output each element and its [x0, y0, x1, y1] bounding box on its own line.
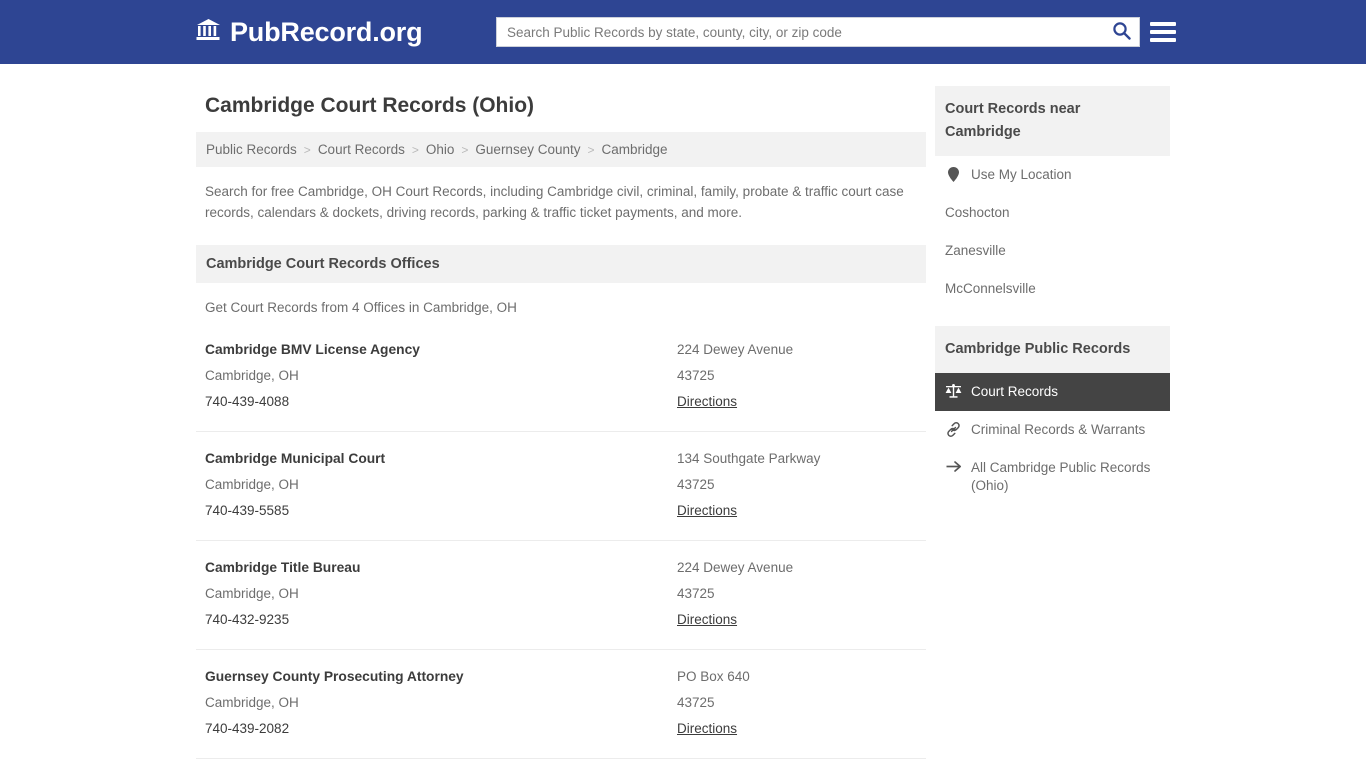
- office-city: Cambridge, OH: [205, 368, 299, 383]
- main-content: Cambridge Court Records (Ohio) Public Re…: [196, 64, 926, 768]
- breadcrumb-separator: >: [303, 142, 311, 157]
- hamburger-menu-icon: [1150, 22, 1176, 26]
- page-title: Cambridge Court Records (Ohio): [205, 94, 535, 117]
- office-left-column: Guernsey County Prosecuting Attorney Cam…: [205, 664, 677, 742]
- brand-name: PubRecord.org: [230, 16, 423, 47]
- office-phone[interactable]: 740-439-5585: [205, 498, 677, 524]
- office-phone[interactable]: 740-439-2082: [205, 716, 677, 742]
- office-left-column: Cambridge Municipal Court Cambridge, OH …: [205, 446, 677, 524]
- office-zip: 43725: [677, 368, 715, 383]
- office-city: Cambridge, OH: [205, 586, 299, 601]
- offices-section-heading: Cambridge Court Records Offices: [196, 245, 926, 283]
- office-name: Cambridge BMV License Agency: [205, 342, 420, 357]
- office-name: Cambridge Title Bureau: [205, 560, 361, 575]
- office-city: Cambridge, OH: [205, 477, 299, 492]
- sidebar-item-coshocton[interactable]: Coshocton: [935, 194, 1170, 232]
- sidebar-item-zanesville[interactable]: Zanesville: [935, 232, 1170, 270]
- sidebar-item-label: Use My Location: [971, 167, 1072, 182]
- sidebar-item-label: McConnelsville: [945, 281, 1036, 296]
- breadcrumb-separator: >: [411, 142, 419, 157]
- bank-institution-icon: [196, 18, 221, 46]
- brand-logo[interactable]: PubRecord.org: [196, 16, 423, 48]
- office-zip: 43725: [677, 586, 715, 601]
- office-address: PO Box 640: [677, 669, 750, 684]
- sidebar-item-criminal-records-warrants[interactable]: Criminal Records & Warrants: [935, 411, 1170, 449]
- breadcrumb-item-ohio[interactable]: Ohio: [426, 142, 455, 157]
- hamburger-menu-icon: [1150, 30, 1176, 34]
- hamburger-menu-button[interactable]: [1150, 19, 1176, 45]
- office-right-column: 224 Dewey Avenue 43725 Directions: [677, 337, 917, 415]
- breadcrumb-item-cambridge[interactable]: Cambridge: [602, 142, 668, 157]
- records-panel-title: Cambridge Public Records: [935, 326, 1170, 373]
- search-input[interactable]: [497, 18, 1103, 46]
- breadcrumb-separator: >: [587, 142, 595, 157]
- breadcrumb-separator: >: [461, 142, 469, 157]
- office-right-column: 224 Dewey Avenue 43725 Directions: [677, 555, 917, 633]
- office-address: 224 Dewey Avenue: [677, 342, 794, 357]
- sidebar-item-label: All Cambridge Public Records (Ohio): [971, 460, 1151, 493]
- search-button[interactable]: [1103, 18, 1139, 46]
- directions-link[interactable]: Directions: [677, 498, 737, 524]
- records-panel-list: Court Records Criminal Records & Warrant…: [935, 373, 1170, 505]
- intro-description: Search for free Cambridge, OH Court Reco…: [205, 184, 904, 220]
- office-listing: Cambridge Municipal Court Cambridge, OH …: [196, 432, 926, 541]
- sidebar-item-label: Coshocton: [945, 205, 1010, 220]
- search-icon: [1112, 21, 1131, 43]
- office-right-column: 134 Southgate Parkway 43725 Directions: [677, 446, 917, 524]
- sidebar-item-use-my-location[interactable]: Use My Location: [935, 156, 1170, 194]
- directions-link[interactable]: Directions: [677, 607, 737, 633]
- office-phone[interactable]: 740-439-4088: [205, 389, 677, 415]
- near-panel-title: Court Records near Cambridge: [935, 86, 1170, 156]
- office-address: 224 Dewey Avenue: [677, 560, 794, 575]
- office-name: Cambridge Municipal Court: [205, 451, 386, 466]
- office-zip: 43725: [677, 477, 715, 492]
- page-body: Cambridge Court Records (Ohio) Public Re…: [0, 64, 1366, 768]
- near-panel-list: Use My Location Coshocton Zanesville McC…: [935, 156, 1170, 308]
- breadcrumb-item-court-records[interactable]: Court Records: [318, 142, 405, 157]
- office-city: Cambridge, OH: [205, 695, 299, 710]
- office-address: 134 Southgate Parkway: [677, 451, 821, 466]
- office-listing: Guernsey County Prosecuting Attorney Cam…: [196, 650, 926, 759]
- search-bar[interactable]: [496, 17, 1140, 47]
- office-name: Guernsey County Prosecuting Attorney: [205, 669, 464, 684]
- balance-scale-icon: [945, 384, 962, 399]
- office-left-column: Cambridge Title Bureau Cambridge, OH 740…: [205, 555, 677, 633]
- breadcrumb: Public Records > Court Records > Ohio > …: [196, 132, 926, 167]
- sidebar: Court Records near Cambridge Use My Loca…: [935, 64, 1170, 505]
- sidebar-item-mcconnelsville[interactable]: McConnelsville: [935, 270, 1170, 308]
- map-pin-icon: [945, 167, 962, 182]
- sidebar-item-court-records[interactable]: Court Records: [935, 373, 1170, 411]
- sidebar-item-label: Criminal Records & Warrants: [971, 422, 1146, 437]
- office-listing: Cambridge BMV License Agency Cambridge, …: [196, 323, 926, 432]
- sidebar-item-label: Court Records: [971, 384, 1059, 399]
- offices-subtext: Get Court Records from 4 Offices in Camb…: [205, 300, 517, 315]
- breadcrumb-item-guernsey-county[interactable]: Guernsey County: [475, 142, 580, 157]
- site-header: PubRecord.org: [0, 0, 1366, 64]
- directions-link[interactable]: Directions: [677, 389, 737, 415]
- directions-link[interactable]: Directions: [677, 716, 737, 742]
- arrow-right-icon: [945, 460, 962, 473]
- hamburger-menu-icon: [1150, 38, 1176, 42]
- office-zip: 43725: [677, 695, 715, 710]
- sidebar-item-all-public-records[interactable]: All Cambridge Public Records (Ohio): [935, 449, 1170, 505]
- office-left-column: Cambridge BMV License Agency Cambridge, …: [205, 337, 677, 415]
- office-listing: Cambridge Title Bureau Cambridge, OH 740…: [196, 541, 926, 650]
- office-right-column: PO Box 640 43725 Directions: [677, 664, 917, 742]
- sidebar-item-label: Zanesville: [945, 243, 1006, 258]
- office-phone[interactable]: 740-432-9235: [205, 607, 677, 633]
- breadcrumb-item-public-records[interactable]: Public Records: [206, 142, 297, 157]
- link-chain-icon: [945, 422, 962, 437]
